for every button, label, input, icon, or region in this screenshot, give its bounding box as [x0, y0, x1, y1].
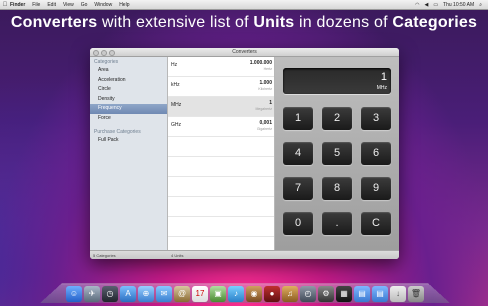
preview-icon[interactable]: ▣ [210, 286, 226, 302]
safari-icon[interactable]: ⊕ [138, 286, 154, 302]
unit-row-hz[interactable]: Hz 1.000.000 Hertz [168, 57, 274, 77]
ichat-icon[interactable]: ✉ [156, 286, 172, 302]
menu-view[interactable]: View [63, 2, 74, 8]
unit-name: Gigahertz [256, 127, 272, 131]
categories-header: Categories [94, 59, 119, 65]
display-value: 1 [380, 71, 387, 83]
unit-symbol: GHz [171, 122, 181, 128]
key-9[interactable]: 9 [361, 177, 391, 200]
converters-window: Converters Categories Area Acceleration … [90, 48, 399, 259]
headline-part-categories: Categories [392, 14, 478, 31]
sidebar-item-density[interactable]: Density [90, 95, 167, 105]
unit-value: 1.000 [259, 80, 272, 86]
app-store-icon[interactable]: A [120, 286, 136, 302]
headline-part-2: with extensive list of [97, 14, 254, 31]
sidebar-item-acceleration[interactable]: Acceleration [90, 76, 167, 86]
battery-icon[interactable]: ▭ [433, 2, 438, 8]
unit-row-empty [168, 137, 274, 157]
key-3[interactable]: 3 [361, 107, 391, 130]
unit-symbol: Hz [171, 62, 178, 68]
time-machine-icon[interactable]: ◴ [300, 286, 316, 302]
dashboard-icon[interactable]: ◷ [102, 286, 118, 302]
close-button[interactable] [93, 50, 99, 56]
menu-go[interactable]: Go [81, 2, 88, 8]
headline-part-converters: Converters [10, 14, 98, 31]
itunes-icon[interactable]: ♪ [228, 286, 244, 302]
launchpad-icon[interactable]: ✈ [84, 286, 100, 302]
window-title: Converters [232, 49, 257, 55]
menu-edit[interactable]: Edit [47, 2, 56, 8]
headline-part-4: in dozens of [294, 14, 393, 31]
key-decimal[interactable]: . [322, 212, 352, 235]
sidebar-item-force[interactable]: Force [90, 114, 167, 124]
unit-value: 0,001 [259, 120, 272, 126]
address-book-icon[interactable]: @ [174, 286, 190, 302]
unit-row-khz[interactable]: kHz 1.000 Kilohertz [168, 77, 274, 97]
converters-app-icon[interactable]: ▦ [336, 286, 352, 302]
downloads-stack-icon[interactable]: ↓ [390, 286, 406, 302]
category-sidebar: Categories Area Acceleration Circle Dens… [90, 57, 168, 250]
applications-folder-icon[interactable]: ▤ [354, 286, 370, 302]
unit-row-empty [168, 217, 274, 237]
volume-icon[interactable]: ◀ [424, 2, 428, 8]
unit-name: Megahertz [255, 107, 272, 111]
purchase-categories-header: Purchase Categories [94, 129, 141, 135]
category-count: 5 Categories [93, 253, 116, 258]
status-bar: 5 Categories 4 Units [90, 250, 399, 259]
key-7[interactable]: 7 [283, 177, 313, 200]
sidebar-item-full-pack[interactable]: Full Pack [90, 136, 167, 146]
key-0[interactable]: 0 [283, 212, 313, 235]
system-preferences-icon[interactable]: ⚙ [318, 286, 334, 302]
spotlight-search-icon[interactable]: ⌕ [479, 2, 482, 8]
value-display: 1 MHz [283, 68, 391, 94]
display-unit: MHz [376, 85, 387, 91]
keypad-panel: 1 MHz 1 2 3 4 5 6 7 8 9 0 . C [275, 57, 399, 250]
unit-value: 1 [269, 100, 272, 106]
units-list: Hz 1.000.000 Hertz kHz 1.000 Kilohertz M… [168, 57, 275, 250]
key-2[interactable]: 2 [322, 107, 352, 130]
finder-icon[interactable]: ☺ [66, 286, 82, 302]
promo-headline: Converters with extensive list of Units … [0, 14, 488, 32]
unit-name: Hertz [263, 67, 272, 71]
unit-symbol: kHz [171, 82, 180, 88]
garageband-icon[interactable]: ♫ [282, 286, 298, 302]
dock: ☺ ✈ ◷ A ⊕ ✉ @ 17 ▣ ♪ ◉ ● ♫ ◴ ⚙ ▦ ▤ ▤ ↓ 🗑 [40, 282, 450, 302]
unit-row-empty [168, 177, 274, 197]
key-6[interactable]: 6 [361, 142, 391, 165]
sidebar-item-circle[interactable]: Circle [90, 85, 167, 95]
key-clear[interactable]: C [361, 212, 391, 235]
sidebar-item-frequency[interactable]: Frequency [90, 104, 167, 114]
menu-window[interactable]: Window [94, 2, 112, 8]
key-4[interactable]: 4 [283, 142, 313, 165]
key-5[interactable]: 5 [322, 142, 352, 165]
unit-symbol: MHz [171, 102, 182, 108]
unit-value: 1.000.000 [249, 60, 272, 66]
window-titlebar[interactable]: Converters [90, 48, 399, 57]
wifi-icon[interactable]: ◠ [415, 2, 419, 8]
key-1[interactable]: 1 [283, 107, 313, 130]
unit-row-mhz[interactable]: MHz 1 Megahertz [168, 97, 274, 117]
menu-clock[interactable]: Thu 10:50 AM [443, 2, 474, 8]
trash-icon[interactable]: 🗑 [408, 286, 424, 302]
menu-file[interactable]: File [32, 2, 40, 8]
unit-row-empty [168, 197, 274, 217]
menu-help[interactable]: Help [119, 2, 129, 8]
calendar-icon[interactable]: 17 [192, 286, 208, 302]
documents-folder-icon[interactable]: ▤ [372, 286, 388, 302]
key-8[interactable]: 8 [322, 177, 352, 200]
menu-bar:  Finder File Edit View Go Window Help ◠… [0, 0, 488, 10]
zoom-button[interactable] [109, 50, 115, 56]
menu-finder[interactable]: Finder [10, 2, 25, 8]
unit-row-empty [168, 157, 274, 177]
sidebar-item-area[interactable]: Area [90, 66, 167, 76]
unit-count: 4 Units [171, 253, 184, 258]
headline-part-units: Units [253, 14, 295, 31]
minimize-button[interactable] [101, 50, 107, 56]
window-controls [93, 50, 115, 56]
photo-booth-icon[interactable]: ● [264, 286, 280, 302]
unit-row-ghz[interactable]: GHz 0,001 Gigahertz [168, 117, 274, 137]
iphoto-icon[interactable]: ◉ [246, 286, 262, 302]
apple-menu-icon[interactable]:  [0, 2, 10, 8]
unit-name: Kilohertz [258, 87, 272, 91]
